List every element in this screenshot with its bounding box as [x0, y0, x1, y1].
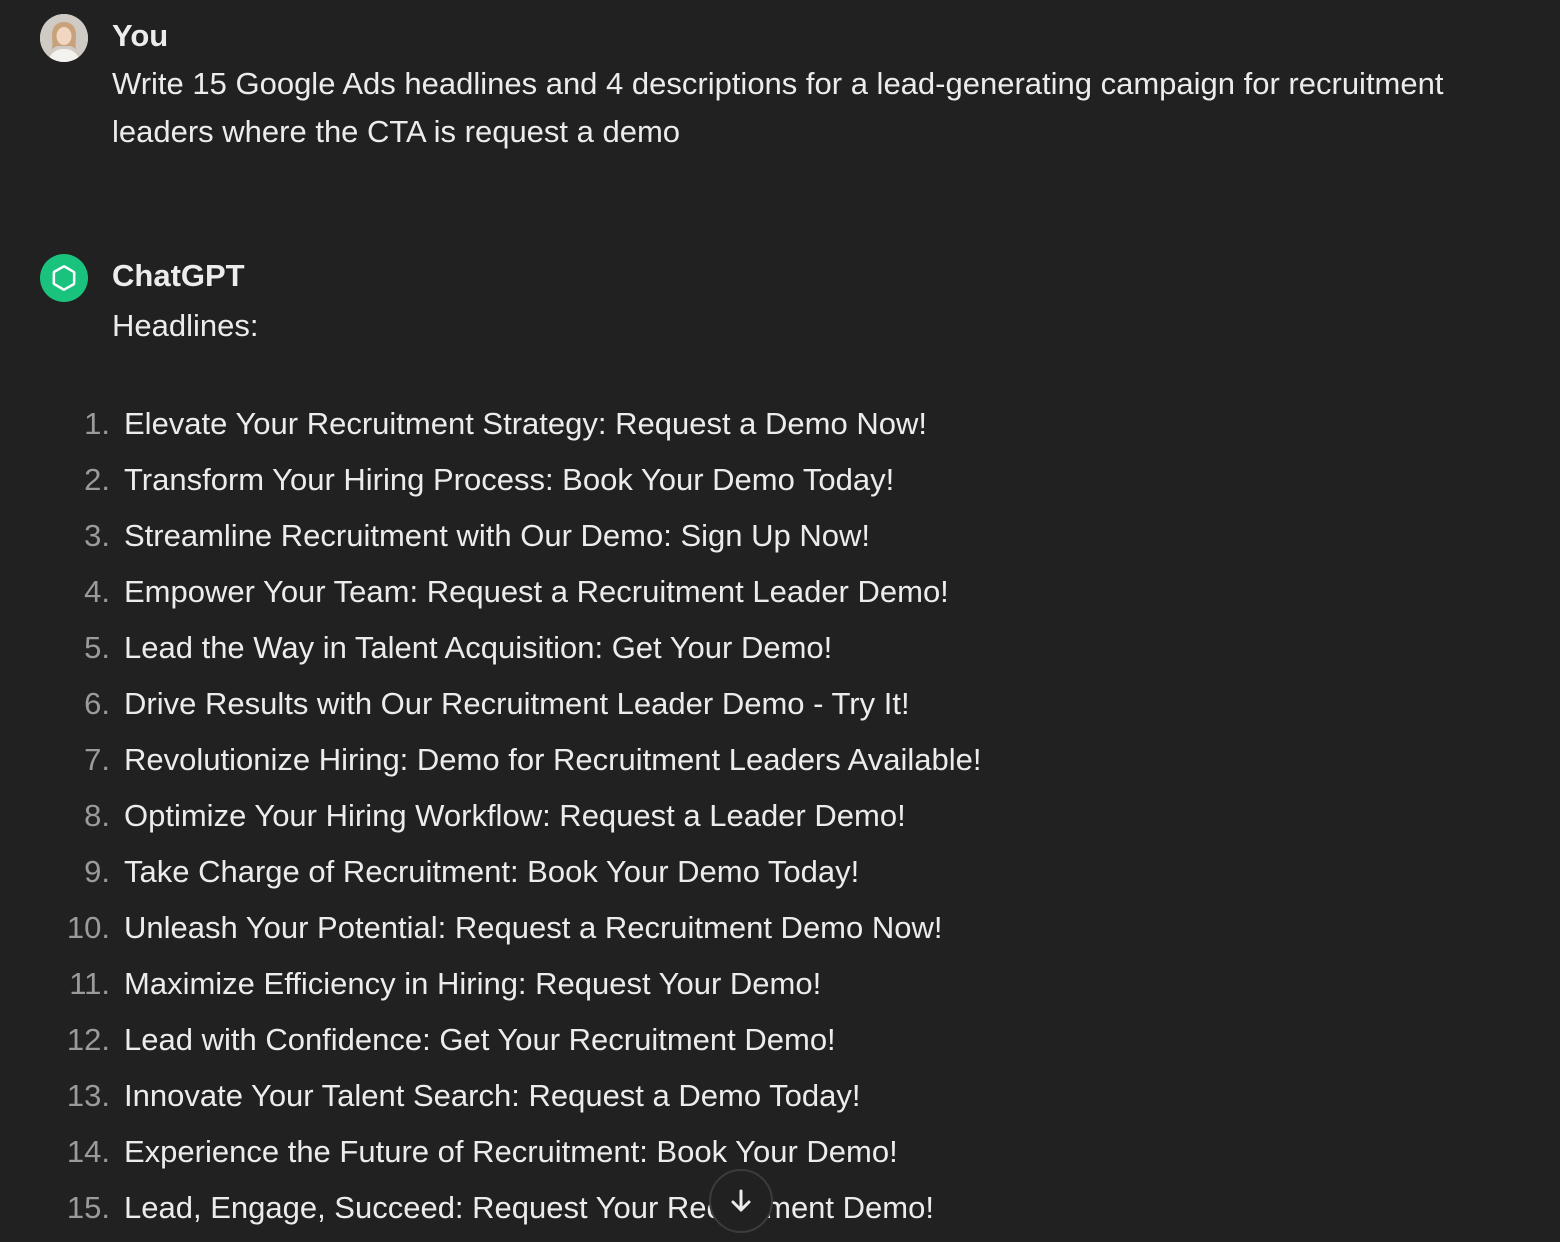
assistant-author-name: ChatGPT	[112, 258, 245, 293]
headline-text: Transform Your Hiring Process: Book Your…	[124, 462, 895, 497]
headline-item: 11. Maximize Efficiency in Hiring: Reque…	[0, 962, 1560, 1018]
headline-text: Streamline Recruitment with Our Demo: Si…	[124, 518, 870, 553]
headline-item: 12. Lead with Confidence: Get Your Recru…	[0, 1018, 1560, 1074]
assistant-avatar	[40, 254, 88, 302]
headline-item: 3. Streamline Recruitment with Our Demo:…	[0, 514, 1560, 570]
user-avatar-photo-icon	[40, 14, 88, 62]
headline-item: 10. Unleash Your Potential: Request a Re…	[0, 906, 1560, 962]
headline-item: 8. Optimize Your Hiring Workflow: Reques…	[0, 794, 1560, 850]
headline-text: Maximize Efficiency in Hiring: Request Y…	[124, 966, 822, 1001]
headline-text: Optimize Your Hiring Workflow: Request a…	[124, 798, 906, 833]
headline-item: 7. Revolutionize Hiring: Demo for Recrui…	[0, 738, 1560, 794]
headline-number: 11.	[69, 966, 110, 1001]
headline-item: 2. Transform Your Hiring Process: Book Y…	[0, 458, 1560, 514]
headline-text: Unleash Your Potential: Request a Recrui…	[124, 910, 943, 945]
headline-item: 4. Empower Your Team: Request a Recruitm…	[0, 570, 1560, 626]
headline-number: 4.	[84, 574, 110, 609]
headline-number: 13.	[66, 1078, 110, 1113]
headline-text: Revolutionize Hiring: Demo for Recruitme…	[124, 742, 982, 777]
headline-number: 12.	[66, 1022, 110, 1057]
headline-number: 5.	[84, 630, 110, 665]
headlines-heading: Headlines:	[112, 308, 259, 343]
headline-item: 1. Elevate Your Recruitment Strategy: Re…	[0, 402, 1560, 458]
headline-item: 9. Take Charge of Recruitment: Book Your…	[0, 850, 1560, 906]
headline-text: Lead, Engage, Succeed: Request Your Recr…	[124, 1190, 934, 1225]
openai-logo-icon	[52, 265, 76, 291]
headline-item: 5. Lead the Way in Talent Acquisition: G…	[0, 626, 1560, 682]
user-avatar	[40, 14, 88, 62]
scroll-to-bottom-button[interactable]	[709, 1169, 773, 1233]
user-prompt-text: Write 15 Google Ads headlines and 4 desc…	[112, 60, 1512, 156]
headline-number: 1.	[84, 406, 110, 441]
headline-text: Take Charge of Recruitment: Book Your De…	[124, 854, 860, 889]
chat-viewport[interactable]: You Write 15 Google Ads headlines and 4 …	[0, 0, 1560, 1242]
headline-number: 15.	[66, 1190, 110, 1225]
headline-text: Empower Your Team: Request a Recruitment…	[124, 574, 949, 609]
headline-number: 8.	[84, 798, 110, 833]
user-prompt-line: leaders where the CTA is request a demo	[112, 114, 681, 149]
headline-number: 10.	[66, 910, 110, 945]
headline-list: 1. Elevate Your Recruitment Strategy: Re…	[0, 402, 1560, 1242]
headline-item: 15. Lead, Engage, Succeed: Request Your …	[0, 1186, 1560, 1242]
headline-number: 6.	[84, 686, 110, 721]
headline-number: 9.	[84, 854, 110, 889]
headline-item: 14. Experience the Future of Recruitment…	[0, 1130, 1560, 1186]
headline-number: 2.	[84, 462, 110, 497]
headline-number: 14.	[66, 1134, 110, 1169]
headline-text: Lead with Confidence: Get Your Recruitme…	[124, 1022, 836, 1057]
headline-number: 7.	[84, 742, 110, 777]
user-prompt-line: Write 15 Google Ads headlines and 4 desc…	[112, 66, 1444, 101]
headline-text: Elevate Your Recruitment Strategy: Reque…	[124, 406, 927, 441]
headline-text: Experience the Future of Recruitment: Bo…	[124, 1134, 898, 1169]
headline-text: Drive Results with Our Recruitment Leade…	[124, 686, 910, 721]
headline-number: 3.	[84, 518, 110, 553]
arrow-down-icon	[731, 1189, 751, 1212]
headline-text: Innovate Your Talent Search: Request a D…	[124, 1078, 861, 1113]
headline-item: 6. Drive Results with Our Recruitment Le…	[0, 682, 1560, 738]
user-author-name: You	[112, 18, 169, 53]
headline-item: 13. Innovate Your Talent Search: Request…	[0, 1074, 1560, 1130]
headline-text: Lead the Way in Talent Acquisition: Get …	[124, 630, 833, 665]
